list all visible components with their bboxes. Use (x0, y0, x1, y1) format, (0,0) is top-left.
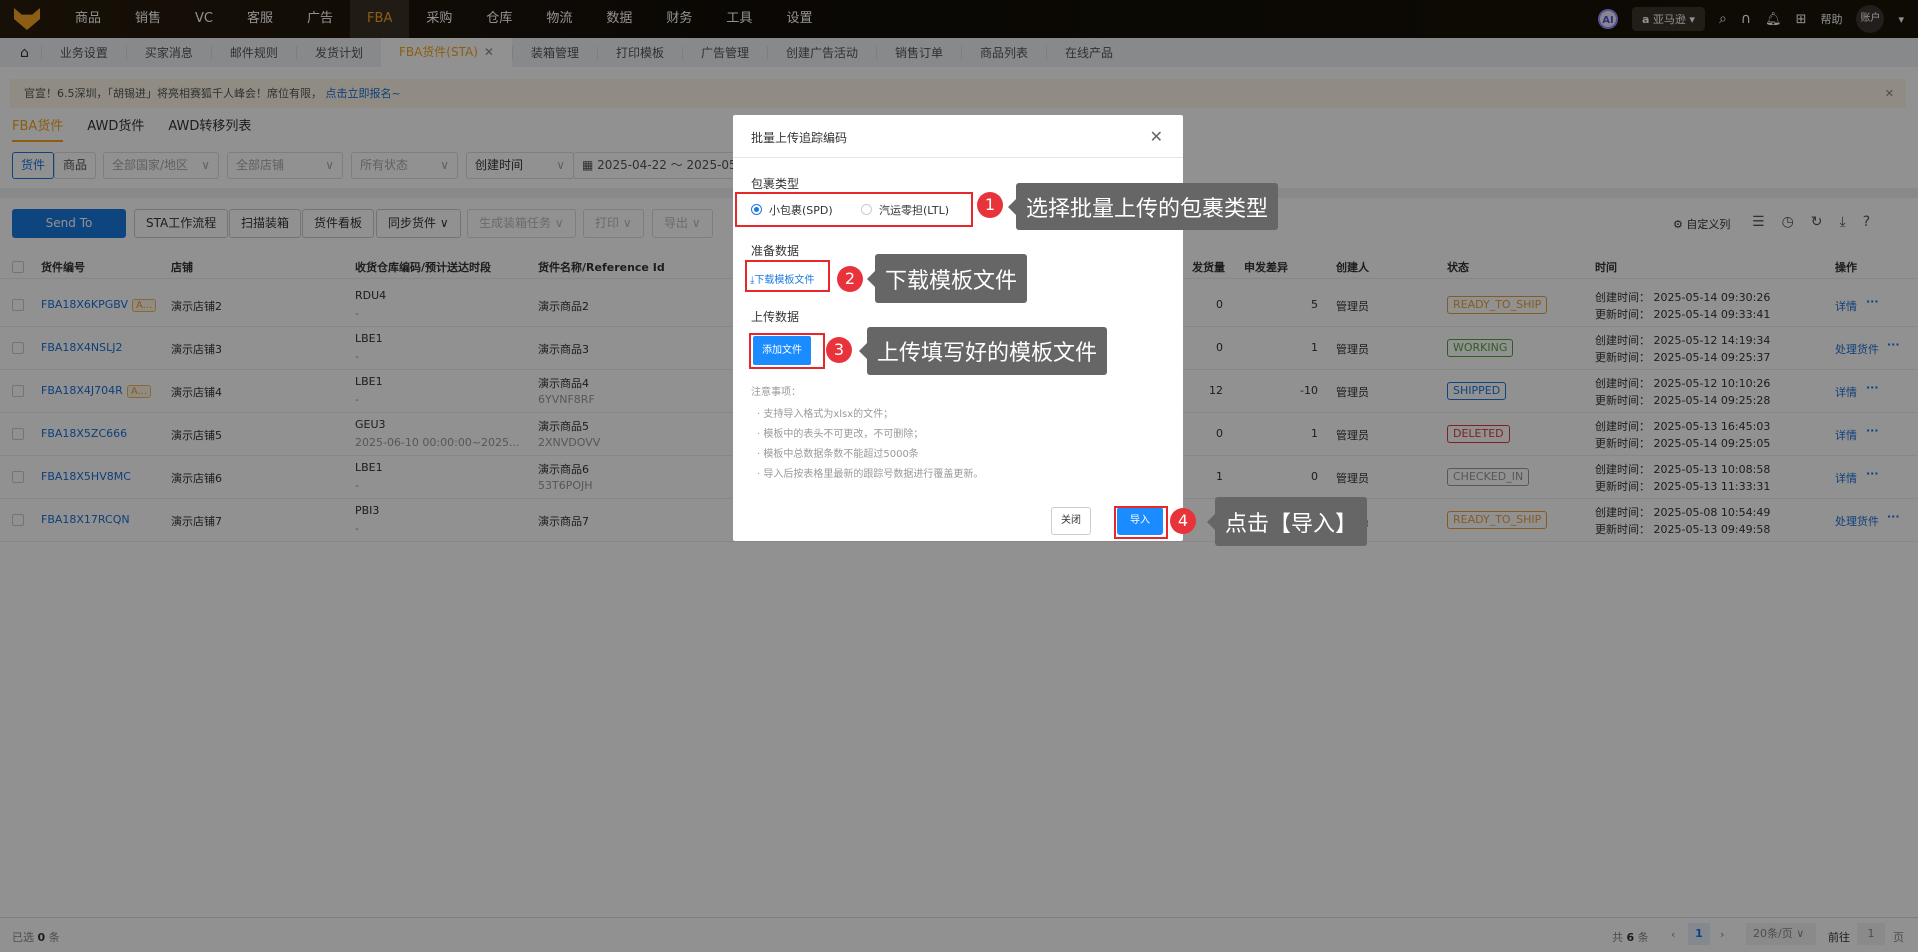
step-badge-4: 4 (1170, 508, 1196, 534)
close-button[interactable]: 关闭 (1051, 507, 1091, 535)
callout-3: 上传填写好的模板文件 (858, 327, 1108, 375)
highlight-box-2 (745, 260, 830, 292)
step-badge-1: 1 (977, 192, 1003, 218)
note-item: · 支持导入格式为xlsx的文件； (757, 409, 894, 420)
modal-title: 批量上传追踪编码 (751, 131, 848, 145)
upload-data-label: 上传数据 (751, 310, 800, 324)
step-badge-2: 2 (837, 266, 863, 292)
highlight-box-3 (749, 333, 825, 369)
notes-title: 注意事项： (751, 387, 801, 398)
prepare-data-label: 准备数据 (751, 244, 800, 258)
note-item: · 模板中总数据条数不能超过5000条 (757, 449, 919, 460)
close-icon[interactable]: ✕ (1150, 127, 1163, 146)
callout-1: 选择批量上传的包裹类型 (1007, 183, 1279, 230)
callout-2: 下载模板文件 (866, 254, 1028, 303)
note-item: · 导入后按表格里最新的跟踪号数据进行覆盖更新。 (757, 469, 984, 480)
note-item: · 模板中的表头不可更改，不可删除； (757, 429, 924, 440)
package-type-label: 包裹类型 (751, 177, 800, 191)
divider (733, 157, 1183, 158)
highlight-box-4 (1114, 506, 1168, 539)
callout-4: 点击【导入】 (1206, 497, 1368, 546)
step-badge-3: 3 (826, 337, 852, 363)
highlight-box-1 (735, 192, 973, 227)
